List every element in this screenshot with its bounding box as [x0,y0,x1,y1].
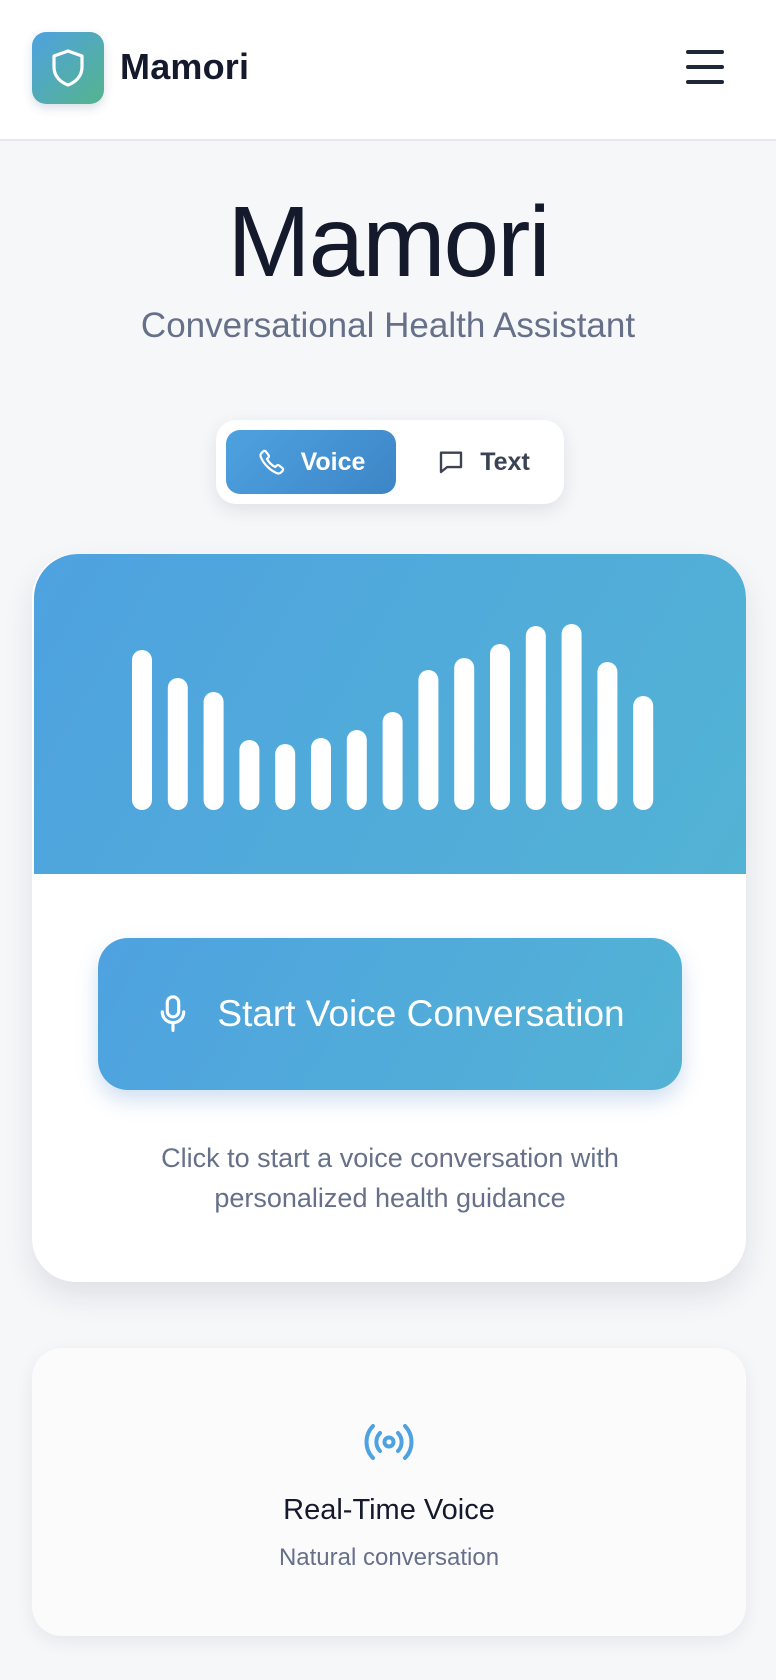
feature-card-real-time-voice: Real-Time Voice Natural conversation [32,1348,746,1636]
chat-bubble-icon [440,451,463,474]
waveform-bar [239,740,260,810]
feature-subtitle: Natural conversation [278,1544,500,1571]
shield-icon [52,49,84,87]
start-voice-conversation-label: Start Voice Conversation [217,993,625,1034]
brand-name: Mamori [120,46,250,87]
waveform-bar [561,624,582,810]
waveform-bar [167,678,188,810]
hamburger-menu-icon[interactable] [682,46,730,88]
voice-hint: Click to start a voice conversation with… [161,1143,619,1213]
feature-title: Real-Time Voice [283,1494,495,1526]
voice-card: Start Voice Conversation Click to start … [32,554,746,1282]
waveform-bar [203,692,224,810]
page-subtitle: Conversational Health Assistant [140,306,636,345]
waveform-bar [633,696,654,810]
waveform-bar [311,738,331,810]
tab-text[interactable]: Text [412,430,554,494]
page-title: Mamori [227,186,550,298]
tab-voice-label: Voice [300,447,366,476]
waveform [132,624,654,810]
waveform-bar [382,712,403,810]
microphone-icon [161,995,186,1032]
app-header: Mamori [0,0,776,141]
mode-toggle: Voice Text [216,420,564,504]
waveform-bar [346,730,367,810]
phone-icon [258,449,284,475]
waveform-bar [418,670,439,810]
logo[interactable] [32,32,104,104]
start-voice-conversation-button[interactable]: Start Voice Conversation [98,938,682,1090]
tab-text-label: Text [480,447,530,476]
waveform-bar [597,662,618,810]
waveform-panel [34,554,746,874]
waveform-bar [454,658,475,810]
waveform-bar [132,650,152,810]
waveform-bar [275,744,296,810]
waveform-bar [490,644,510,810]
tab-voice[interactable]: Voice [226,430,396,494]
broadcast-icon [364,1424,414,1460]
waveform-bar [525,626,546,810]
